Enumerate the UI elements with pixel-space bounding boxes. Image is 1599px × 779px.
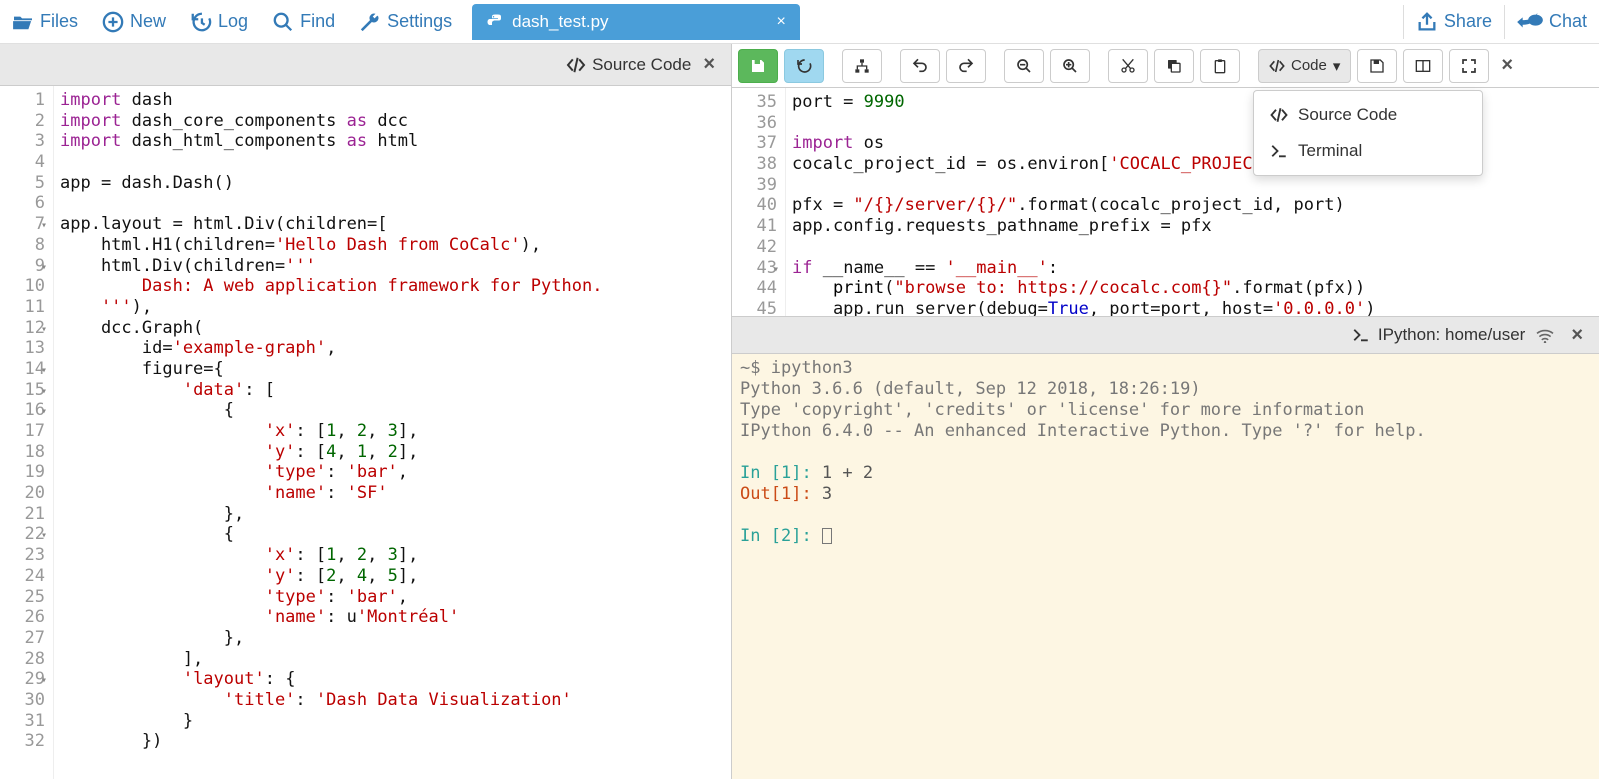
copy-icon [1166,58,1182,74]
python-icon [486,13,504,31]
sitemap-button[interactable] [842,49,882,83]
code-icon [566,57,586,73]
code-dropdown-menu: Source Code Terminal [1253,90,1483,176]
terminal-header: IPython: home/user × [732,316,1599,354]
sitemap-icon [854,58,870,74]
timetravel-button[interactable] [784,49,824,83]
code-dropdown-button[interactable]: Code ▾ [1258,49,1351,83]
left-gutter: 1234567▾89▾101112▾1314▾15▾16▾17181920212… [0,86,54,779]
terminal-icon [1352,327,1370,343]
left-panel-header: Source Code × [0,44,731,86]
terminal-line: ~$ ipython3 [740,358,1591,379]
share-icon [1416,11,1438,33]
save-button[interactable] [738,49,778,83]
fullscreen-button[interactable] [1449,49,1489,83]
cut-button[interactable] [1108,49,1148,83]
chat-label: Chat [1549,11,1587,32]
history-icon [796,58,812,74]
split-icon [1415,58,1431,74]
folder-open-icon [12,13,34,31]
redo-button[interactable] [946,49,986,83]
new-button[interactable]: New [90,5,178,39]
left-editor-panel: Source Code × 1234567▾89▾101112▾1314▾15▾… [0,44,732,779]
expand-icon [1461,58,1477,74]
zoom-in-icon [1062,58,1078,74]
wrench-icon [359,11,381,33]
tab-filename: dash_test.py [512,12,608,32]
chat-button[interactable]: Chat [1504,5,1599,39]
file-tab[interactable]: dash_test.py × [472,4,800,40]
right-gutter: 353637383940414243▾4445 [732,88,786,316]
top-nav: Files New Log Find Settings dash_test.py… [0,0,1599,44]
terminal-line: Python 3.6.6 (default, Sep 12 2018, 18:2… [740,379,1591,400]
find-button[interactable]: Find [260,5,347,39]
left-panel-title: Source Code [566,55,691,75]
terminal-out-line: Out[1]: 3 [740,484,1591,505]
files-button[interactable]: Files [0,5,90,38]
save-view-button[interactable] [1357,49,1397,83]
tab-close-icon[interactable]: × [777,13,786,31]
terminal-line: Type 'copyright', 'credits' or 'license'… [740,400,1591,421]
log-button[interactable]: Log [178,5,260,39]
dropdown-terminal[interactable]: Terminal [1254,133,1482,169]
left-panel-close-icon[interactable]: × [697,53,721,76]
settings-label: Settings [387,11,452,32]
cut-icon [1120,58,1136,74]
share-label: Share [1444,11,1492,32]
right-toolbar: Code ▾ × Source Code Termi [732,44,1599,88]
terminal-in-line: In [2]: [740,526,1591,547]
caret-down-icon: ▾ [1333,57,1341,75]
terminal-line: IPython 6.4.0 -- An enhanced Interactive… [740,421,1591,442]
settings-button[interactable]: Settings [347,5,464,39]
zoom-out-icon [1016,58,1032,74]
log-label: Log [218,11,248,32]
paste-icon [1212,58,1228,74]
chat-icon [1517,11,1543,33]
terminal-in-line: In [1]: 1 + 2 [740,463,1591,484]
wifi-icon [1535,327,1555,343]
right-panel-close-icon[interactable]: × [1495,54,1519,77]
search-icon [272,11,294,33]
files-label: Files [40,11,78,32]
undo-button[interactable] [900,49,940,83]
dropdown-source-code[interactable]: Source Code [1254,97,1482,133]
terminal-cursor [822,528,832,544]
zoom-in-button[interactable] [1050,49,1090,83]
find-label: Find [300,11,335,32]
save-icon [1369,58,1385,74]
right-panel: Code ▾ × Source Code Termi [732,44,1599,779]
left-code-editor[interactable]: 1234567▾89▾101112▾1314▾15▾16▾17181920212… [0,86,731,779]
redo-icon [958,58,974,74]
share-button[interactable]: Share [1403,5,1504,39]
split-button[interactable] [1403,49,1443,83]
new-label: New [130,11,166,32]
copy-button[interactable] [1154,49,1194,83]
history-icon [190,11,212,33]
code-icon [1270,107,1288,123]
left-code-body[interactable]: import dashimport dash_core_components a… [54,86,731,779]
paste-button[interactable] [1200,49,1240,83]
terminal-close-icon[interactable]: × [1565,324,1589,347]
terminal-body[interactable]: ~$ ipython3 Python 3.6.6 (default, Sep 1… [732,354,1599,779]
zoom-out-button[interactable] [1004,49,1044,83]
code-dd-label: Code [1291,57,1327,74]
code-icon [1269,59,1285,73]
terminal-icon [1270,143,1288,159]
terminal-title: IPython: home/user [1352,325,1525,345]
plus-circle-icon [102,11,124,33]
save-icon [750,58,766,74]
undo-icon [912,58,928,74]
